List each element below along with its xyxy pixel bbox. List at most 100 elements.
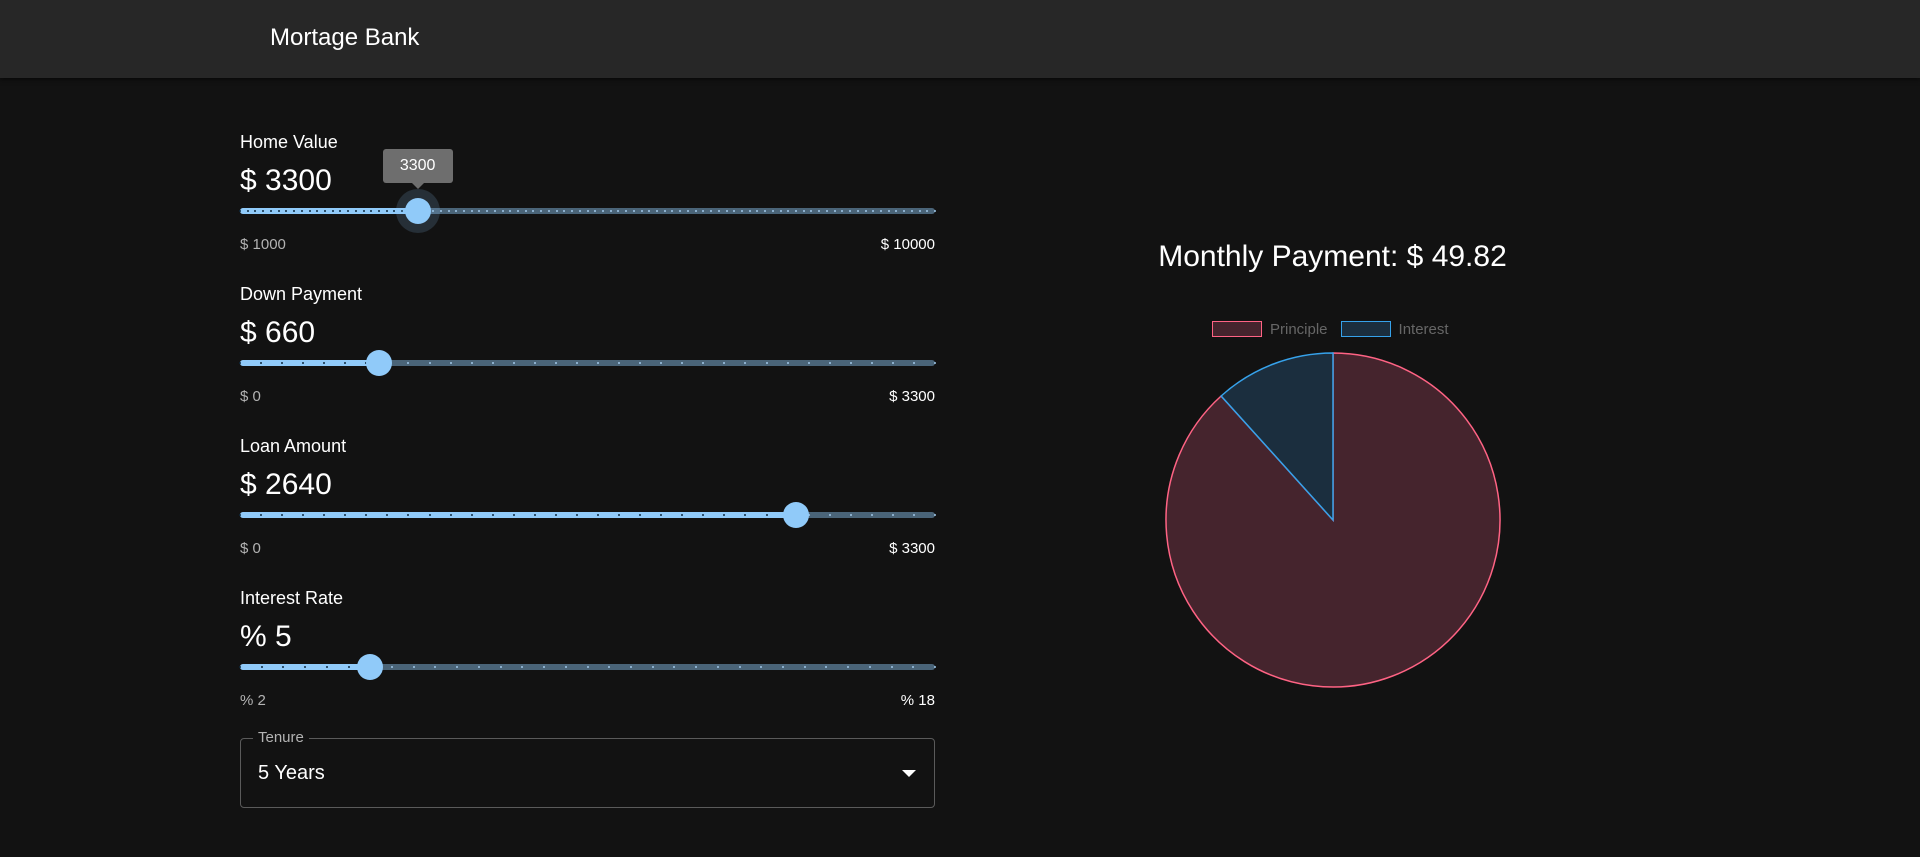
- slider-mark: [825, 210, 828, 212]
- home-value-slider[interactable]: 3300: [239, 149, 936, 224]
- app-title: Mortage Bank: [270, 24, 420, 51]
- slider-mark: [849, 210, 852, 212]
- slider-mark: [555, 210, 558, 212]
- slider-mark: [702, 514, 705, 516]
- interest-rate-label: Interest Rate: [240, 588, 344, 608]
- slider-mark: [663, 210, 666, 212]
- interest-rate-slider[interactable]: [239, 654, 936, 680]
- slider-mark: [323, 210, 326, 212]
- slider-thumb[interactable]: [783, 502, 809, 528]
- slider-mark: [803, 666, 806, 668]
- slider-mark: [578, 210, 581, 212]
- slider-mark: [533, 514, 536, 516]
- tenure-select[interactable]: Tenure 5 Years: [240, 729, 935, 808]
- slider-mark: [407, 362, 410, 364]
- slider-mark: [918, 210, 921, 212]
- slider-mark: [385, 210, 388, 212]
- slider-thumb[interactable]: [357, 654, 384, 680]
- slider-mark: [533, 362, 536, 364]
- slider-mark: [681, 514, 684, 516]
- slider-mark: [807, 362, 810, 364]
- slider-mark: [412, 666, 415, 668]
- slider-mark: [401, 210, 404, 212]
- slider-mark: [710, 210, 713, 212]
- slider-mark: [868, 666, 871, 668]
- legend-item-interest[interactable]: Interest: [1340, 321, 1449, 338]
- home-value-min-label: $ 1000: [240, 236, 286, 253]
- dropdown-arrow-icon[interactable]: [902, 770, 916, 777]
- slider-mark: [586, 210, 589, 212]
- slider-mark: [870, 514, 873, 516]
- loan-amount-control: Loan Amount $ 2640 $ 0 $ 3300: [239, 436, 936, 557]
- slider-mark: [744, 514, 747, 516]
- slider-mark: [870, 362, 873, 364]
- slider-mark: [486, 210, 489, 212]
- slider-mark: [781, 666, 784, 668]
- slider-mark: [673, 666, 676, 668]
- loan-amount-slider[interactable]: [239, 502, 936, 528]
- slider-mark: [365, 514, 368, 516]
- slider-mark: [912, 666, 915, 668]
- slider-mark: [447, 210, 450, 212]
- slider-mark: [887, 210, 890, 212]
- interest-rate-min-label: % 2: [240, 692, 266, 709]
- slider-mark: [744, 362, 747, 364]
- slider-mark: [354, 210, 357, 212]
- slider-mark: [639, 514, 642, 516]
- slider-mark: [738, 666, 741, 668]
- slider-mark: [432, 210, 435, 212]
- slider-mark: [339, 210, 342, 212]
- slider-mark: [856, 210, 859, 212]
- slider-mark: [470, 210, 473, 212]
- slider-mark: [540, 210, 543, 212]
- slider-mark: [434, 666, 437, 668]
- slider-mark: [439, 210, 442, 212]
- slider-mark: [362, 210, 365, 212]
- slider-mark: [679, 210, 682, 212]
- slider-marks: [239, 208, 936, 214]
- slider-mark: [282, 666, 285, 668]
- slider-mark: [849, 362, 852, 364]
- slider-mark: [903, 210, 906, 212]
- slider-mark: [717, 210, 720, 212]
- slider-value-tooltip: 3300: [382, 149, 453, 189]
- legend-item-principle[interactable]: Principle: [1212, 321, 1328, 338]
- slider-mark: [586, 666, 589, 668]
- slider-mark: [723, 362, 726, 364]
- slider-mark: [449, 362, 452, 364]
- slider-mark: [934, 362, 936, 364]
- home-value-max-label: $ 10000: [880, 236, 935, 253]
- loan-amount-max-label: $ 3300: [889, 540, 935, 557]
- slider-mark: [912, 362, 915, 364]
- slider-mark: [281, 514, 284, 516]
- slider-mark: [833, 210, 836, 212]
- slider-mark: [308, 210, 311, 212]
- slider-mark: [617, 210, 620, 212]
- tenure-selected-value[interactable]: 5 Years: [258, 762, 325, 785]
- interest-rate-display: % 5: [240, 620, 292, 653]
- slider-mark: [895, 210, 898, 212]
- slider-mark: [331, 210, 334, 212]
- slider-thumb[interactable]: [366, 350, 392, 376]
- down-payment-slider[interactable]: [239, 350, 936, 376]
- slider-thumb[interactable]: [404, 198, 431, 224]
- slider-mark: [347, 210, 350, 212]
- slider-mark: [260, 666, 263, 668]
- slider-mark: [470, 362, 473, 364]
- down-payment-max-label: $ 3300: [889, 388, 935, 405]
- slider-mark: [694, 210, 697, 212]
- slider-mark: [325, 666, 328, 668]
- slider-mark: [455, 210, 458, 212]
- slider-mark: [786, 362, 789, 364]
- app-bar: Mortage Bank: [0, 0, 1920, 78]
- slider-mark: [239, 362, 241, 364]
- slider-mark: [491, 514, 494, 516]
- slider-mark: [277, 210, 280, 212]
- slider-mark: [671, 210, 674, 212]
- slider-mark: [563, 210, 566, 212]
- slider-mark: [686, 210, 689, 212]
- slider-mark: [760, 666, 763, 668]
- slider-mark: [302, 362, 305, 364]
- slider-mark: [891, 514, 894, 516]
- home-value-display: $ 3300: [240, 164, 332, 197]
